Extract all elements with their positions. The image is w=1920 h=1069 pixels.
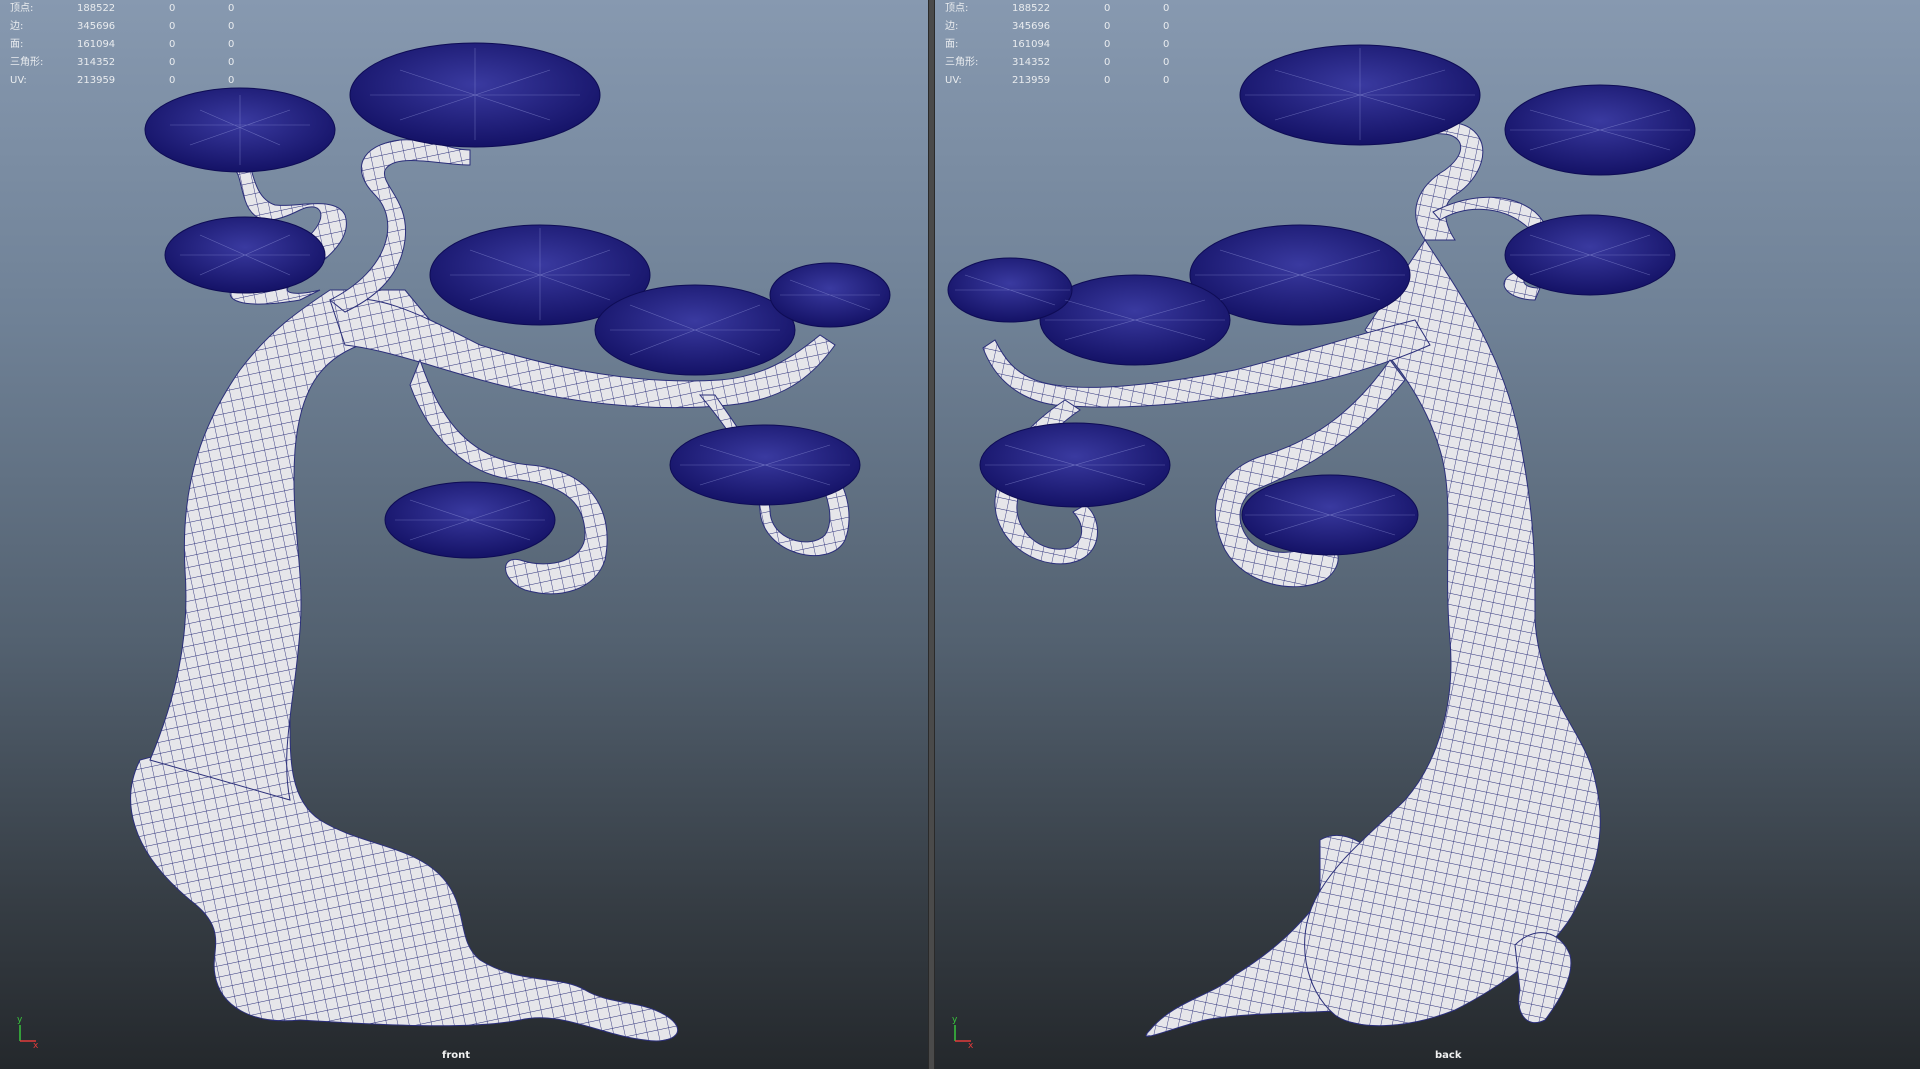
- hud-row-triangles: 三角形: 314352 0 0: [945, 54, 1193, 72]
- poly-count-hud: 顶点: 188522 0 0 边: 345696 0 0 面: 161094 0…: [10, 0, 258, 90]
- hud-label: 边:: [945, 21, 959, 32]
- hud-label: 面:: [10, 39, 24, 50]
- hud-label: 三角形:: [945, 57, 979, 68]
- hud-selected-value: 0: [169, 3, 176, 14]
- hud-selected-value: 0: [169, 57, 176, 68]
- viewport-divider[interactable]: [928, 0, 935, 1069]
- axis-x-label: x: [968, 1041, 974, 1051]
- hud-value: 188522: [1012, 3, 1051, 14]
- viewport-back[interactable]: 顶点: 188522 0 0 边: 345696 0 0 面: 161094 0…: [935, 0, 1920, 1069]
- hud-value: 188522: [77, 3, 116, 14]
- camera-label-front: front: [442, 1050, 471, 1061]
- hud-selected-value: 0: [1104, 3, 1111, 14]
- hud-row-vertices: 顶点: 188522 0 0: [10, 0, 258, 18]
- hud-value: 213959: [1012, 75, 1051, 86]
- hud-triangle-value: 0: [228, 21, 235, 32]
- hud-label: 边:: [10, 21, 24, 32]
- foliage-clusters: [947, 44, 1696, 556]
- hud-selected-value: 0: [1104, 21, 1111, 32]
- viewport-front[interactable]: 顶点: 188522 0 0 边: 345696 0 0 面: 161094 0…: [0, 0, 928, 1069]
- hud-triangle-value: 0: [1163, 75, 1170, 86]
- hud-value: 314352: [1012, 57, 1051, 68]
- hud-label: UV:: [10, 75, 27, 86]
- hud-label: 顶点:: [945, 3, 969, 14]
- poly-count-hud: 顶点: 188522 0 0 边: 345696 0 0 面: 161094 0…: [945, 0, 1193, 90]
- hud-selected-value: 0: [1104, 39, 1111, 50]
- camera-label-back: back: [1435, 1050, 1462, 1061]
- hud-triangle-value: 0: [228, 3, 235, 14]
- hud-triangle-value: 0: [1163, 21, 1170, 32]
- hud-value: 345696: [77, 21, 116, 32]
- hud-label: 三角形:: [10, 57, 44, 68]
- tree-model-front[interactable]: [0, 0, 928, 1069]
- hud-triangle-value: 0: [228, 75, 235, 86]
- hud-row-faces: 面: 161094 0 0: [945, 36, 1193, 54]
- hud-selected-value: 0: [169, 75, 176, 86]
- hud-row-edges: 边: 345696 0 0: [945, 18, 1193, 36]
- hud-row-vertices: 顶点: 188522 0 0: [945, 0, 1193, 18]
- hud-triangle-value: 0: [228, 39, 235, 50]
- hud-value: 161094: [1012, 39, 1051, 50]
- hud-row-uvs: UV: 213959 0 0: [945, 72, 1193, 90]
- hud-label: UV:: [945, 75, 962, 86]
- hud-selected-value: 0: [169, 21, 176, 32]
- hud-triangle-value: 0: [1163, 3, 1170, 14]
- hud-triangle-value: 0: [1163, 57, 1170, 68]
- axis-y-label: y: [952, 1015, 958, 1025]
- hud-label: 顶点:: [10, 3, 34, 14]
- hud-selected-value: 0: [1104, 75, 1111, 86]
- hud-selected-value: 0: [1104, 57, 1111, 68]
- tree-root-knob: [1514, 932, 1572, 1024]
- hud-selected-value: 0: [169, 39, 176, 50]
- hud-row-faces: 面: 161094 0 0: [10, 36, 258, 54]
- hud-value: 345696: [1012, 21, 1051, 32]
- hud-label: 面:: [945, 39, 959, 50]
- tree-model-back[interactable]: [935, 0, 1920, 1069]
- hud-row-uvs: UV: 213959 0 0: [10, 72, 258, 90]
- axis-x-label: x: [33, 1041, 39, 1051]
- hud-value: 161094: [77, 39, 116, 50]
- hud-value: 314352: [77, 57, 116, 68]
- hud-triangle-value: 0: [228, 57, 235, 68]
- axis-y-label: y: [17, 1015, 23, 1025]
- hud-triangle-value: 0: [1163, 39, 1170, 50]
- hud-row-triangles: 三角形: 314352 0 0: [10, 54, 258, 72]
- hud-row-edges: 边: 345696 0 0: [10, 18, 258, 36]
- maya-workspace: 顶点: 188522 0 0 边: 345696 0 0 面: 161094 0…: [0, 0, 1920, 1069]
- hud-value: 213959: [77, 75, 116, 86]
